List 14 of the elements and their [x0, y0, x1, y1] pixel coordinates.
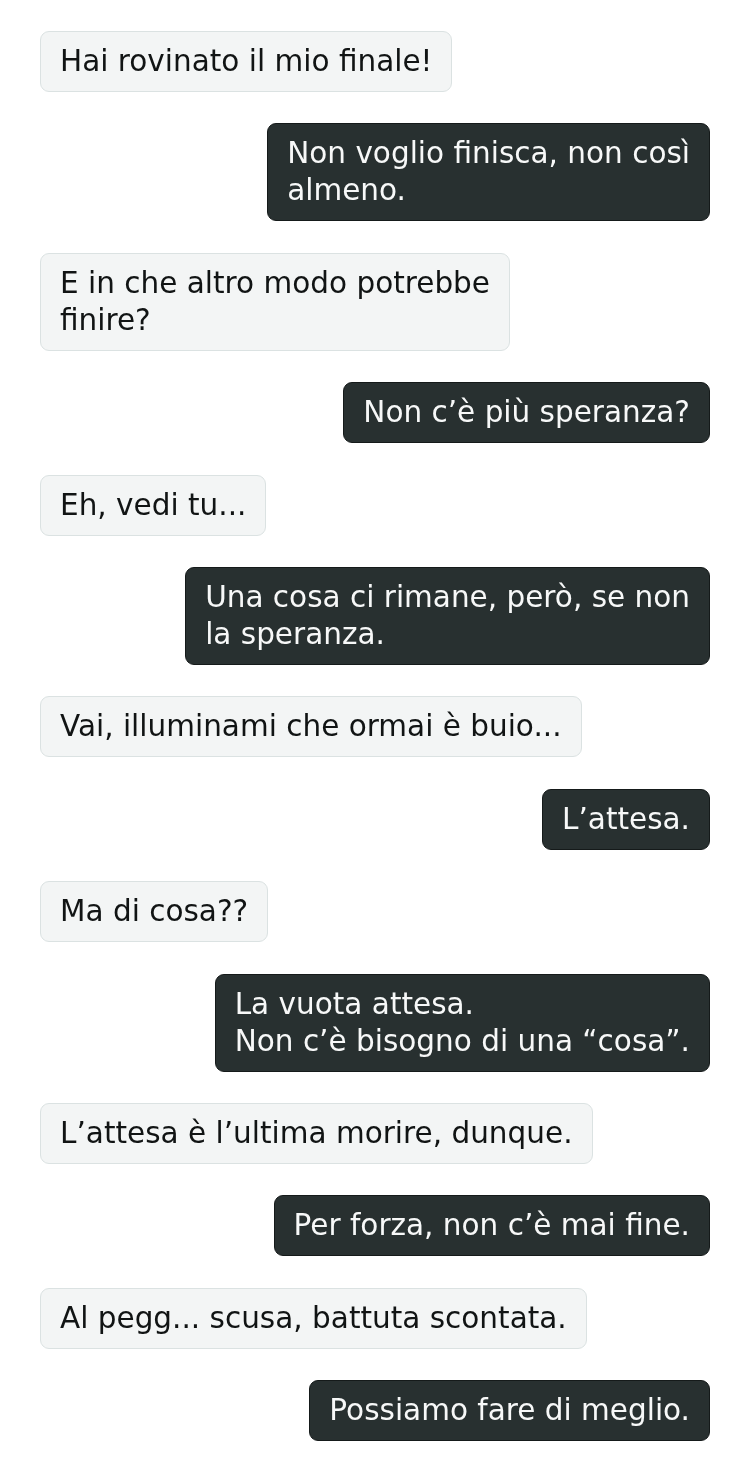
received-message-bubble: L’attesa è l’ultima morire, dunque. — [40, 1102, 593, 1164]
received-message-bubble: Hai rovinato il mio finale! — [40, 31, 453, 92]
received-message-bubble: E in che altro modo potrebbe finire? — [40, 252, 510, 351]
sent-message-bubble: Una cosa ci rimane, però, se non la speranza. — [185, 566, 710, 665]
received-message-bubble: Ma di cosa?? — [40, 881, 269, 943]
received-message-bubble: Eh, vedi tu... — [40, 474, 267, 536]
sent-message-bubble: La vuota attesa. Non c’è bisogno di una “cosa”. — [214, 973, 710, 1072]
sent-message-bubble: Per forza, non c’è mai fine. — [273, 1195, 710, 1257]
received-message-bubble: Al pegg... scusa, battuta scontata. — [40, 1287, 587, 1349]
sent-message-bubble: L’attesa. — [542, 788, 710, 850]
sent-message-bubble: Non c’è più speranza? — [343, 382, 710, 444]
sent-message-bubble: Possiamo fare di meglio. — [309, 1380, 710, 1442]
received-message-bubble: Vai, illuminami che ormai è buio... — [40, 696, 582, 758]
sent-message-bubble: Non voglio finisca, non così almeno. — [267, 123, 710, 222]
